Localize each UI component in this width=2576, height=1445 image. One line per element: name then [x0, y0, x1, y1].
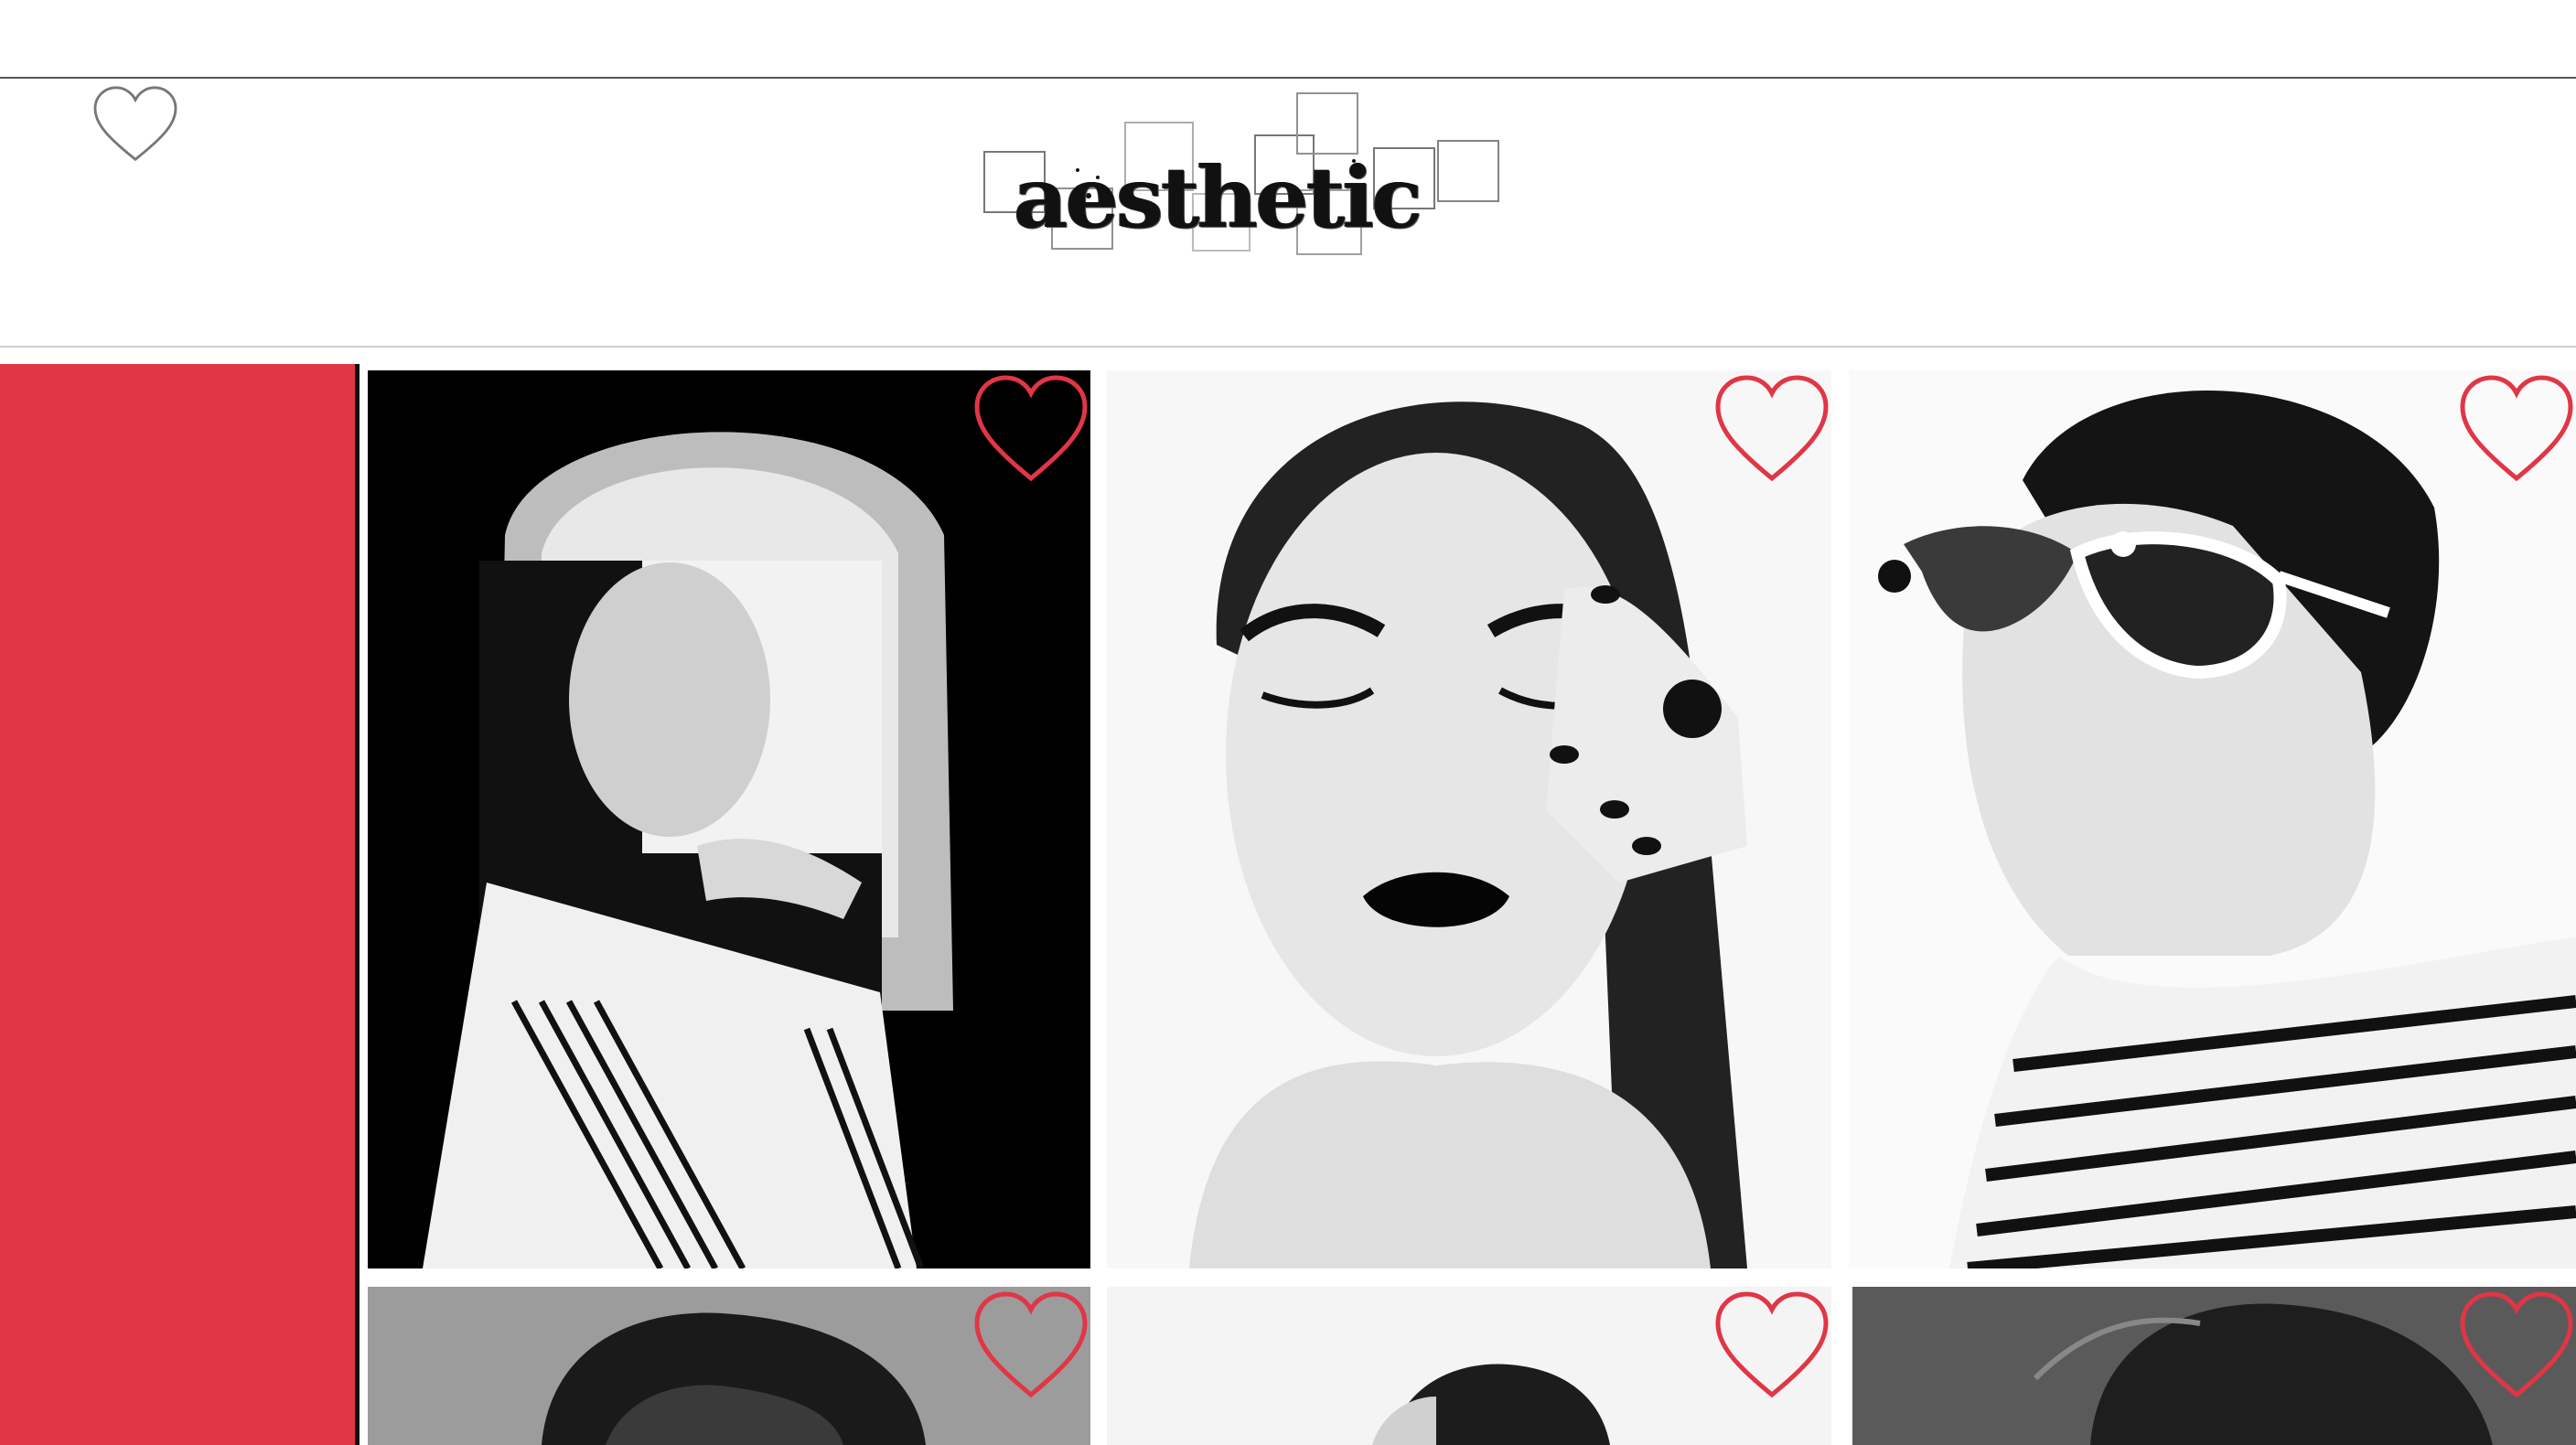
heart-icon[interactable]: [971, 1289, 1090, 1404]
portrait-photo: [1107, 370, 1831, 1268]
heart-icon[interactable]: [971, 372, 1090, 487]
logo-text: aesthetic: [1014, 148, 1422, 247]
heart-icon[interactable]: [91, 84, 179, 165]
site-logo[interactable]: aesthetic: [970, 88, 1610, 298]
portrait-photo: [368, 370, 1090, 1268]
gallery-card-3[interactable]: [1849, 370, 2576, 1268]
gallery-card-2[interactable]: [1107, 370, 1831, 1268]
sidebar-panel: [0, 364, 360, 1445]
gallery-card-6[interactable]: [1852, 1287, 2576, 1445]
portrait-photo: [1849, 370, 2576, 1268]
top-bar: [0, 0, 2576, 79]
heart-icon[interactable]: [1712, 1289, 1831, 1404]
heart-icon[interactable]: [1712, 372, 1831, 487]
heart-icon[interactable]: [2457, 372, 2576, 487]
gallery-card-5[interactable]: [1107, 1287, 1831, 1445]
gallery-card-1[interactable]: [368, 370, 1090, 1268]
heart-icon[interactable]: [2457, 1289, 2576, 1404]
gallery-card-4[interactable]: [368, 1287, 1090, 1445]
